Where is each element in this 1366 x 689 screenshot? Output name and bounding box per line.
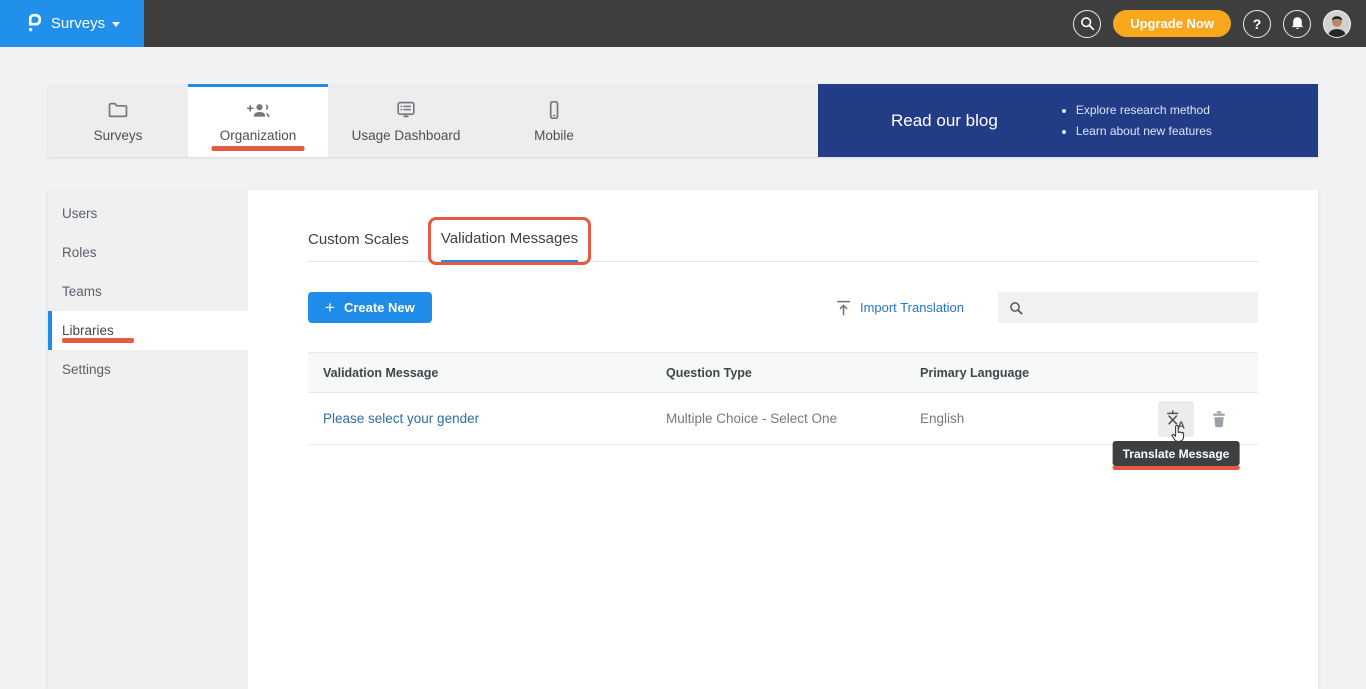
translate-message-tooltip: Translate Message	[1113, 441, 1240, 466]
plus-icon: +	[325, 299, 335, 316]
organization-panel: Users Roles Teams Libraries Settings Cus…	[48, 190, 1318, 689]
annotation-underline-libraries	[62, 338, 134, 343]
help-icon: ?	[1253, 16, 1262, 32]
search-button[interactable]	[1073, 10, 1101, 38]
user-avatar[interactable]	[1323, 10, 1351, 38]
translate-message-button[interactable]: A Translate Message	[1158, 401, 1194, 437]
svg-text:A: A	[1177, 419, 1185, 429]
mobile-icon	[542, 98, 566, 122]
sidebar-item-users[interactable]: Users	[48, 194, 248, 233]
chevron-down-icon	[112, 22, 120, 27]
sidebar-item-teams[interactable]: Teams	[48, 272, 248, 311]
group-add-icon	[246, 98, 270, 122]
import-translation-label: Import Translation	[860, 300, 964, 315]
upgrade-now-button[interactable]: Upgrade Now	[1113, 10, 1231, 37]
org-sidebar: Users Roles Teams Libraries Settings	[48, 190, 248, 689]
create-new-label: Create New	[344, 300, 415, 315]
table-search	[998, 292, 1258, 323]
banner-bullet-list: Explore research method Learn about new …	[1060, 100, 1212, 142]
tab-validation-messages[interactable]: Validation Messages	[441, 230, 578, 263]
tab-validation-messages-wrap: Validation Messages	[441, 230, 578, 261]
create-new-button[interactable]: + Create New	[308, 292, 432, 323]
nav-tab-label: Usage Dashboard	[352, 128, 461, 143]
banner-title: Read our blog	[891, 111, 998, 131]
column-header-question-type: Question Type	[666, 366, 920, 380]
column-header-primary-language: Primary Language	[920, 366, 1140, 380]
topbar-actions: Upgrade Now ?	[1073, 10, 1366, 38]
cell-question-type: Multiple Choice - Select One	[666, 411, 920, 426]
primary-nav: Surveys Organization	[48, 84, 1318, 157]
sidebar-item-label: Users	[62, 206, 97, 221]
validation-message-link[interactable]: Please select your gender	[323, 411, 479, 426]
sidebar-item-label: Teams	[62, 284, 102, 299]
nav-tab-label: Organization	[220, 128, 297, 143]
primary-nav-tabs: Surveys Organization	[48, 84, 624, 157]
tooltip-label: Translate Message	[1123, 447, 1230, 461]
sidebar-item-roles[interactable]: Roles	[48, 233, 248, 272]
dashboard-icon	[394, 98, 418, 122]
trash-icon	[1209, 409, 1229, 429]
table-header-row: Validation Message Question Type Primary…	[308, 352, 1258, 393]
banner-bullet: Explore research method	[1076, 100, 1212, 121]
folder-icon	[106, 98, 130, 122]
nav-tab-surveys[interactable]: Surveys	[48, 84, 188, 157]
cell-validation-message: Please select your gender	[308, 411, 666, 426]
tab-custom-scales[interactable]: Custom Scales	[308, 231, 409, 261]
product-switcher[interactable]: Surveys	[0, 0, 144, 47]
import-translation-link[interactable]: Import Translation	[836, 300, 964, 316]
sidebar-item-libraries[interactable]: Libraries	[48, 311, 248, 350]
help-button[interactable]: ?	[1243, 10, 1271, 38]
search-icon	[1080, 16, 1095, 31]
bell-icon	[1290, 16, 1305, 31]
screen: Surveys Upgrade Now ?	[0, 0, 1366, 689]
product-name: Surveys	[51, 15, 105, 32]
nav-tab-label: Mobile	[534, 128, 574, 143]
annotation-underline-organization	[212, 146, 305, 151]
toolbar: + Create New Import Translation	[308, 292, 1258, 323]
nav-tab-usage-dashboard[interactable]: Usage Dashboard	[328, 84, 484, 157]
sidebar-item-label: Settings	[62, 362, 111, 377]
sidebar-item-settings[interactable]: Settings	[48, 350, 248, 389]
delete-message-button[interactable]	[1209, 409, 1229, 429]
validation-messages-table: Validation Message Question Type Primary…	[308, 352, 1258, 445]
topbar: Surveys Upgrade Now ?	[0, 0, 1366, 47]
table-row: Please select your gender Multiple Choic…	[308, 393, 1258, 445]
sidebar-item-label: Roles	[62, 245, 97, 260]
libraries-content: Custom Scales Validation Messages + Crea…	[248, 190, 1318, 689]
nav-tab-organization[interactable]: Organization	[188, 84, 328, 157]
blog-banner[interactable]: Read our blog Explore research method Le…	[818, 84, 1318, 157]
row-actions: A Translate Message	[1140, 401, 1258, 437]
questionpro-logo-icon	[24, 12, 44, 35]
nav-tab-mobile[interactable]: Mobile	[484, 84, 624, 157]
search-input[interactable]	[1031, 292, 1258, 323]
sidebar-item-label: Libraries	[62, 323, 114, 338]
cell-primary-language: English	[920, 411, 1140, 426]
library-tabs: Custom Scales Validation Messages	[308, 230, 1258, 262]
banner-bullet: Learn about new features	[1076, 121, 1212, 142]
notifications-button[interactable]	[1283, 10, 1311, 38]
translate-icon: A	[1165, 408, 1187, 430]
column-header-validation-message: Validation Message	[308, 366, 666, 380]
magnifier-icon	[1009, 301, 1023, 315]
annotation-underline-tooltip	[1113, 466, 1240, 470]
nav-tab-label: Surveys	[94, 128, 143, 143]
import-icon	[836, 300, 851, 316]
